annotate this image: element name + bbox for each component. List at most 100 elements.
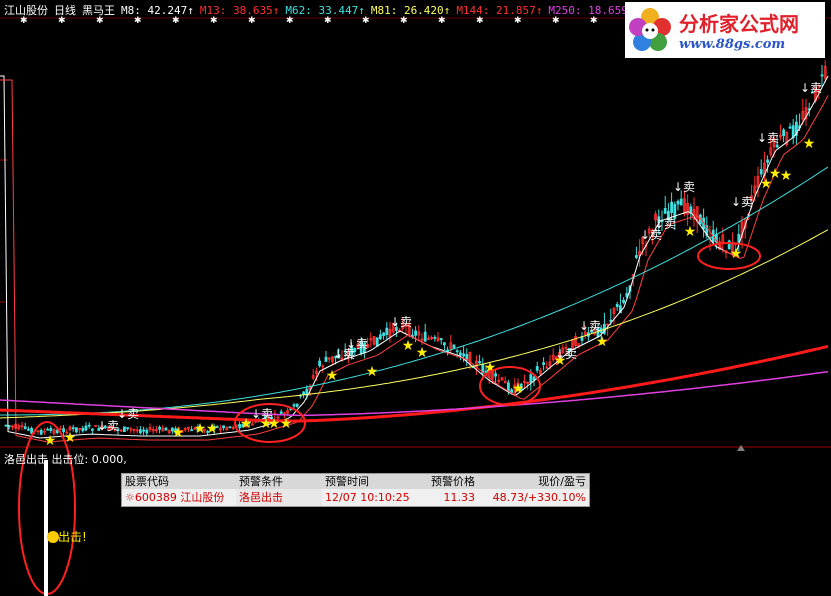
flower-logo-icon [629,8,671,51]
pnl-cell: 48.73/+330.10% [492,491,586,504]
candle-body [670,201,673,213]
candle-body [452,344,456,349]
candle-body [679,198,683,206]
star-signal: ★ [366,364,379,380]
sell-signal: ↓卖 [579,319,601,333]
candle-body [663,208,667,214]
column-header[interactable]: 预警条件 [236,474,322,489]
alert-table: 股票代码 预警条件 预警时间 预警价格 现价/盈亏 ☼600389 江山股份 洛… [121,473,590,507]
candle-body [142,429,146,432]
candle-body [375,337,379,347]
candle-body [462,353,466,357]
candle-body [158,426,162,430]
star-signal: ★ [402,338,415,354]
star-signal: ★ [326,368,339,384]
candle-body [145,429,149,434]
ma-value: M8: 42.247↑ [121,4,194,17]
candle-body [759,169,763,175]
ma-value: M62: 33.447↑ [285,4,365,17]
sub-panel-header: 洛邑出击 出击位: 0.000, [4,451,127,467]
candle-body [302,391,306,395]
candle-body [676,200,680,205]
sell-signal: ↓卖 [390,315,412,329]
candle-body [439,338,443,341]
candle-body [609,319,613,322]
candle-body [26,428,30,431]
price-cell: 11.33 [443,491,476,504]
stock-cell: ☼600389 江山股份 [122,489,236,506]
sell-signal: ↓卖 [757,131,779,145]
ma-value: M250: 18.659↑ [548,4,635,17]
candle-body [442,342,446,346]
table-row[interactable]: ☼600389 江山股份 洛邑出击 12/07 10:10:25 11.33 4… [122,489,589,506]
star-signal: ★ [596,334,609,350]
candle-body [81,427,85,432]
star-signal: ★ [44,433,57,449]
table-header: 股票代码 预警条件 预警时间 预警价格 现价/盈亏 [122,474,589,489]
condition-cell: 洛邑出击 [236,489,322,506]
candle-body [84,425,88,431]
column-header[interactable]: 预警时间 [322,474,414,489]
candle-body [635,255,638,259]
stock-code: 600389 [134,491,177,504]
candle-body [788,126,792,129]
candle-body [478,361,482,364]
candle-body [71,427,75,430]
logo-url: www.88gs.com [679,37,786,52]
candle-body [222,425,226,429]
candle-body [689,206,693,213]
candle-body [385,327,389,335]
star-signal: ★ [280,416,293,432]
candle-body [279,411,283,414]
candle-body [4,424,8,427]
candle-body [615,303,619,308]
sub-panel-value: 出击位: 0.000, [51,453,127,466]
star-signal: ★ [194,421,207,437]
star-signal: ★ [206,421,219,437]
candle-body [55,429,59,434]
sell-signal: ↓卖 [654,217,676,231]
candle-body [378,334,382,340]
sell-signal: ↓卖 [800,81,822,95]
candle-body [318,360,322,367]
sun-icon: ☼ [125,491,135,504]
stock-name: 江山股份 [4,4,48,17]
sell-signal: ↓卖 [346,337,368,351]
sell-signal: ↓卖 [731,195,753,209]
candle-body [433,336,437,339]
indicator-name: 黑马王 [82,4,115,17]
candle-body [190,429,194,432]
candle-body [7,425,11,427]
column-header[interactable]: 股票代码 [122,474,236,489]
candle-body [164,427,168,431]
candle-body [458,352,462,356]
candle-body [775,144,779,148]
candle-body [123,426,126,433]
time-cell: 12/07 10:10:25 [325,491,410,504]
site-logo: 分析家公式网 www.88gs.com [625,2,825,58]
candle-body [23,426,27,430]
candle-body [324,356,328,362]
ma-value: M13: 38.635↑ [199,4,280,17]
signal-bar [44,460,48,596]
candle-body [49,428,53,432]
sell-signal: ↓卖 [117,407,139,421]
logo-title: 分析家公式网 [679,12,799,36]
candle-body [295,403,299,407]
candle-body [30,427,34,434]
candle-body [91,428,94,431]
column-header[interactable]: 现价/盈亏 [478,474,589,489]
candle-body [382,332,386,337]
column-header[interactable]: 预警价格 [414,474,478,489]
period-label: 日线 [54,4,76,17]
candle-body [532,376,536,381]
candle-body [87,424,91,427]
sell-signal: ↓卖 [251,407,273,421]
star-signal: ★ [172,425,185,441]
star-signal: ★ [803,136,816,152]
star-signal: ★ [684,224,697,240]
star-signal: ★ [730,246,743,262]
candle-body [766,159,769,163]
candle-body [138,429,142,434]
hit-label: 出击! [58,530,87,544]
